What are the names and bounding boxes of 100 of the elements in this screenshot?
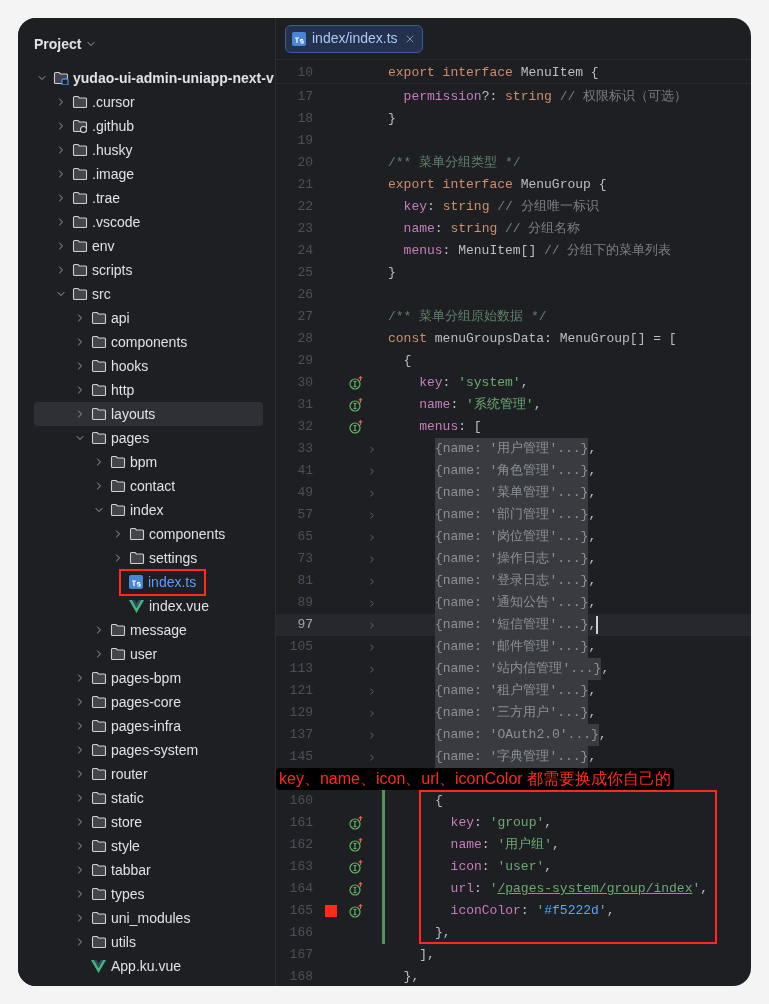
code-line: }, [435, 924, 451, 942]
file-name: pages-system [111, 740, 199, 760]
fold-chevron-icon[interactable] [367, 487, 377, 499]
tree-item[interactable]: index.vue [34, 594, 263, 618]
tree-item[interactable]: uni_modules [34, 906, 263, 930]
implementation-icon[interactable] [349, 376, 363, 390]
annotation-note: key、name、icon、url、iconColor 都需要换成你自己的 [276, 768, 675, 790]
file-name: .cursor [92, 92, 135, 112]
folder-icon [110, 503, 126, 517]
tree-item[interactable]: pages-infra [34, 714, 263, 738]
tree-item[interactable]: scripts [34, 258, 263, 282]
file-name: http [111, 380, 135, 400]
folder-icon [91, 383, 107, 397]
panel-title[interactable]: Project [34, 33, 82, 55]
tree-item[interactable]: components [34, 522, 263, 546]
tree-item[interactable]: index [34, 498, 263, 522]
file-name: pages-bpm [111, 668, 182, 688]
file-name: src [92, 284, 111, 304]
tree-item[interactable]: .husky [34, 138, 263, 162]
fold-chevron-icon[interactable] [367, 641, 377, 653]
fold-chevron-icon[interactable] [367, 663, 377, 675]
tree-item[interactable]: style [34, 834, 263, 858]
fold-chevron-icon[interactable] [367, 465, 377, 477]
code-line: key: 'system', [418, 374, 529, 392]
file-name: env [92, 236, 115, 256]
tree-item[interactable]: components [34, 330, 263, 354]
fold-chevron-icon[interactable] [367, 685, 377, 697]
folder-icon [91, 311, 107, 325]
tree-item[interactable]: App.ku.vue [34, 954, 263, 978]
tree-item[interactable]: src [34, 282, 263, 306]
tree-item[interactable]: api [34, 306, 263, 330]
folder-icon [72, 215, 88, 229]
folder-icon [110, 647, 126, 661]
code-line: key: 'group', [449, 814, 553, 832]
file-name: layouts [111, 404, 156, 424]
implementation-icon[interactable] [349, 816, 363, 830]
folder-icon [110, 455, 126, 469]
breakpoint-marker[interactable] [325, 905, 337, 917]
code-line: name: '用户组', [449, 836, 560, 854]
tree-item[interactable]: .vscode [34, 210, 263, 234]
tree-item[interactable]: .image [34, 162, 263, 186]
folder-icon [72, 263, 88, 277]
tree-item[interactable]: bpm [34, 450, 263, 474]
code-line: const menuGroupsData: MenuGroup[] = [ [388, 330, 677, 348]
tree-item[interactable]: .cursor [34, 90, 263, 114]
code-line: export interface MenuItem { [388, 63, 599, 82]
fold-chevron-icon[interactable] [367, 619, 377, 631]
tree-item[interactable]: tabbar [34, 858, 263, 882]
tree-item[interactable]: pages [34, 426, 263, 450]
file-name: scripts [92, 260, 133, 280]
implementation-icon[interactable] [349, 860, 363, 874]
tree-item[interactable]: settings [34, 546, 263, 570]
tree-item[interactable]: pages-bpm [34, 666, 263, 690]
fold-chevron-icon[interactable] [367, 509, 377, 521]
tree-item[interactable]: store [34, 810, 263, 834]
folder-icon [91, 719, 107, 733]
tree-item[interactable]: contact [34, 474, 263, 498]
typescript-file-icon [129, 575, 143, 589]
tree-item[interactable]: hooks [34, 354, 263, 378]
tree-item[interactable]: layouts [34, 402, 263, 426]
fold-chevron-icon[interactable] [367, 597, 377, 609]
tree-item[interactable]: http [34, 378, 263, 402]
implementation-icon[interactable] [349, 398, 363, 412]
folder-icon [91, 743, 107, 757]
folder-icon [72, 239, 88, 253]
editor-tab[interactable]: index/index.ts [285, 24, 423, 53]
fold-chevron-icon[interactable] [367, 575, 377, 587]
tree-item[interactable]: yudao-ui-admin-uniapp-next-v [34, 66, 274, 90]
vue-file-icon [129, 599, 144, 613]
implementation-icon[interactable] [349, 838, 363, 852]
tree-item[interactable]: index.ts [34, 570, 263, 594]
code-line: permission?: string // 权限标识（可选） [402, 88, 688, 106]
fold-chevron-icon[interactable] [367, 751, 377, 763]
tree-item[interactable]: env [34, 234, 263, 258]
tree-item[interactable]: user [34, 642, 263, 666]
code-line: ], [418, 946, 435, 964]
implementation-icon[interactable] [349, 420, 363, 434]
fold-chevron-icon[interactable] [367, 729, 377, 741]
tree-item[interactable]: .trae [34, 186, 263, 210]
fold-chevron-icon[interactable] [367, 553, 377, 565]
file-name: style [111, 836, 140, 856]
code-line: } [388, 110, 396, 128]
implementation-icon[interactable] [349, 882, 363, 896]
fold-chevron-icon[interactable] [367, 531, 377, 543]
github-folder-icon [72, 119, 88, 133]
tree-item[interactable]: pages-core [34, 690, 263, 714]
folder-icon [91, 863, 107, 877]
tree-item[interactable]: utils [34, 930, 263, 954]
fold-chevron-icon[interactable] [367, 443, 377, 455]
tree-item[interactable]: types [34, 882, 263, 906]
folder-icon [129, 551, 145, 565]
tree-item[interactable]: message [34, 618, 263, 642]
file-name: settings [149, 548, 198, 568]
fold-chevron-icon[interactable] [367, 707, 377, 719]
folder-icon [72, 143, 88, 157]
tree-item[interactable]: router [34, 762, 263, 786]
implementation-icon[interactable] [349, 904, 363, 918]
tree-item[interactable]: static [34, 786, 263, 810]
tree-item[interactable]: .github [34, 114, 263, 138]
tree-item[interactable]: pages-system [34, 738, 263, 762]
